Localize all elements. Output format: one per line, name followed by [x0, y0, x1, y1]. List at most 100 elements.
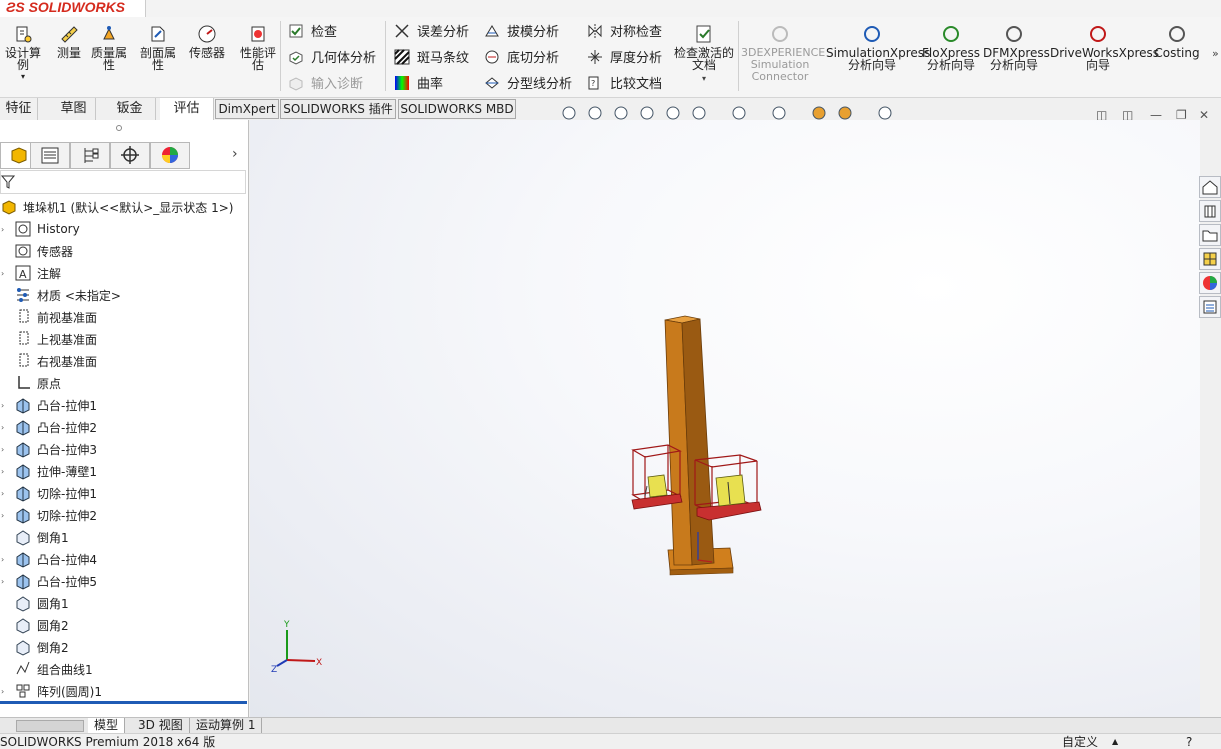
addin-button-3[interactable]: DFMXpress 分析向导	[983, 23, 1050, 71]
tree-item[interactable]: › 凸台-拉伸5	[0, 570, 97, 592]
tree-item[interactable]: 组合曲线1	[0, 658, 93, 680]
tree-item[interactable]: › 切除-拉伸2	[0, 504, 97, 526]
bottom-tab-2[interactable]: 运动算例 1	[190, 718, 263, 734]
expand-arrow-icon[interactable]: ›	[0, 511, 14, 520]
ribbon-button-compare-documents[interactable]: ? 比较文档	[586, 73, 662, 92]
tree-root-part[interactable]: 堆垛机1 (默认<<默认>_显示状态 1>)	[0, 196, 233, 218]
ribbon-button-parting-line-analysis[interactable]: 分型线分析	[483, 73, 572, 92]
tab-dimxpert-manager[interactable]	[110, 142, 150, 169]
bottom-tab-1[interactable]: 3D 视图	[132, 718, 190, 734]
tree-item-label: 拉伸-薄壁1	[37, 464, 97, 479]
solidworks-resources-tab[interactable]	[1199, 176, 1221, 198]
ribbon-button-undercut-analysis[interactable]: 底切分析	[483, 47, 559, 66]
ribbon-button-thickness-analysis[interactable]: 厚度分析	[586, 47, 662, 66]
tree-item[interactable]: 前视基准面	[0, 306, 97, 328]
bottom-tab-0[interactable]: 模型	[88, 718, 126, 734]
rollback-bar[interactable]	[0, 701, 247, 704]
ribbon-button-section-properties[interactable]: 剖面属性	[135, 23, 181, 71]
tab-4[interactable]: DimXpert	[215, 99, 279, 119]
tree-item-label: 凸台-拉伸4	[37, 552, 97, 567]
tree-item-label: 上视基准面	[37, 332, 98, 347]
circular-pattern-icon	[16, 684, 30, 698]
ribbon-more-chevron[interactable]: »	[1212, 47, 1219, 60]
tree-item[interactable]: 传感器	[0, 240, 73, 262]
tab-6[interactable]: SOLIDWORKS MBD	[398, 99, 516, 119]
addin-button-2[interactable]: FloXpress 分析向导	[922, 23, 980, 71]
tree-item[interactable]: 上视基准面	[0, 328, 97, 350]
expand-arrow-icon[interactable]: ›	[0, 555, 14, 564]
tab-property-manager[interactable]	[30, 142, 70, 169]
tab-display-manager[interactable]	[150, 142, 190, 169]
configuration-manager-icon	[84, 148, 99, 163]
tab-2[interactable]: 钣金	[104, 98, 156, 120]
design-library-tab[interactable]	[1199, 200, 1221, 222]
tree-filter-box[interactable]	[0, 170, 246, 194]
ribbon-button-check[interactable]: 检查	[287, 21, 337, 40]
ribbon-button-deviation-analysis[interactable]: 误差分析	[393, 21, 469, 40]
tab-5[interactable]: SOLIDWORKS 插件	[280, 99, 396, 119]
tab-1[interactable]: 草图	[52, 98, 96, 120]
expand-arrow-icon[interactable]: ›	[0, 225, 14, 234]
addin-button-1[interactable]: SimulationXpress 分析向导	[826, 23, 930, 71]
expand-arrow-icon[interactable]: ›	[0, 401, 14, 410]
tab-0[interactable]: 特征	[0, 98, 38, 120]
tree-item[interactable]: › 阵列(圆周)1	[0, 680, 102, 702]
tree-item[interactable]: › History	[0, 218, 80, 240]
tree-item[interactable]: › 凸台-拉伸4	[0, 548, 97, 570]
ribbon-button-design-study[interactable]: 设计算例 ▾	[0, 23, 46, 83]
expand-arrow-icon[interactable]: ›	[0, 467, 14, 476]
tree-item[interactable]: 圆角2	[0, 614, 69, 636]
check-active-document-button[interactable]: 检查激活的文档 ▾	[672, 23, 736, 85]
ribbon-button-performance-evaluation[interactable]: 性能评估	[236, 23, 280, 71]
tree-item[interactable]: › 凸台-拉伸2	[0, 416, 97, 438]
expand-arrow-icon[interactable]: ›	[0, 489, 14, 498]
tree-item-label: 前视基准面	[37, 310, 98, 325]
ribbon-button-sensor[interactable]: 传感器	[184, 23, 230, 59]
ribbon-button-curvature[interactable]: 曲率	[393, 73, 443, 92]
graphics-viewport[interactable]: Y X Z	[250, 120, 1200, 717]
tree-item[interactable]: 圆角1	[0, 592, 69, 614]
close-icon[interactable]: ✕	[1199, 108, 1209, 122]
ribbon-button-zebra-stripes[interactable]: 斑马条纹	[393, 47, 469, 66]
addin-button-5[interactable]: Costing	[1150, 23, 1204, 59]
ribbon-button-symmetry-check[interactable]: 对称检查	[586, 21, 662, 40]
logo-text: SOLIDWORKS	[28, 0, 126, 15]
tab-configuration-manager[interactable]	[70, 142, 110, 169]
tree-item[interactable]: 原点	[0, 372, 61, 394]
tab-3[interactable]: 评估	[160, 98, 214, 120]
file-explorer-tab[interactable]	[1199, 224, 1221, 246]
addin-button-4[interactable]: DriveWorksXpress 向导	[1050, 23, 1159, 71]
tree-item[interactable]: › 拉伸-薄壁1	[0, 460, 97, 482]
addin-label: FloXpress 分析向导	[922, 46, 980, 72]
tree-item[interactable]: 倒角1	[0, 526, 69, 548]
solidworks-logo[interactable]: ƧS SOLIDWORKS	[0, 0, 146, 17]
tree-item[interactable]: › 凸台-拉伸1	[0, 394, 97, 416]
tree-item[interactable]: 倒角2	[0, 636, 69, 658]
tree-item[interactable]: 右视基准面	[0, 350, 97, 372]
ribbon-button-mass-properties[interactable]: 质量属性	[88, 23, 130, 71]
tree-item[interactable]: › A 注解	[0, 262, 61, 284]
custom-properties-tab[interactable]	[1199, 296, 1221, 318]
panel-grip[interactable]	[116, 125, 122, 131]
tree-item-label: 倒角2	[37, 640, 69, 655]
expand-arrow-icon[interactable]: ›	[0, 445, 14, 454]
expand-arrow-icon[interactable]: ›	[0, 423, 14, 432]
tree-item[interactable]: › 切除-拉伸1	[0, 482, 97, 504]
status-units-selector[interactable]: 自定义	[1062, 734, 1098, 749]
expand-arrow-icon[interactable]: ›	[0, 687, 14, 696]
tree-item[interactable]: › 凸台-拉伸3	[0, 438, 97, 460]
ribbon-button-draft-analysis[interactable]: 拔模分析	[483, 21, 559, 40]
ribbon-button-measure[interactable]: 测量	[50, 23, 88, 59]
tabs-scroll-right-icon[interactable]: ›	[232, 146, 238, 162]
plane-icon	[19, 309, 29, 323]
appearances-tab[interactable]	[1199, 272, 1221, 294]
addin-label: SimulationXpress 分析向导	[826, 46, 931, 72]
tab-scroll-arrows[interactable]	[16, 720, 84, 732]
expand-arrow-icon[interactable]: ›	[0, 269, 14, 278]
ribbon-button-geometry-analysis[interactable]: 几何体分析	[287, 47, 376, 66]
units-dropdown-arrow-icon[interactable]: ▲	[1112, 734, 1118, 749]
expand-arrow-icon[interactable]: ›	[0, 577, 14, 586]
tree-item[interactable]: 材质 <未指定>	[0, 284, 121, 306]
help-icon[interactable]: ?	[1186, 734, 1192, 749]
view-palette-tab[interactable]	[1199, 248, 1221, 270]
